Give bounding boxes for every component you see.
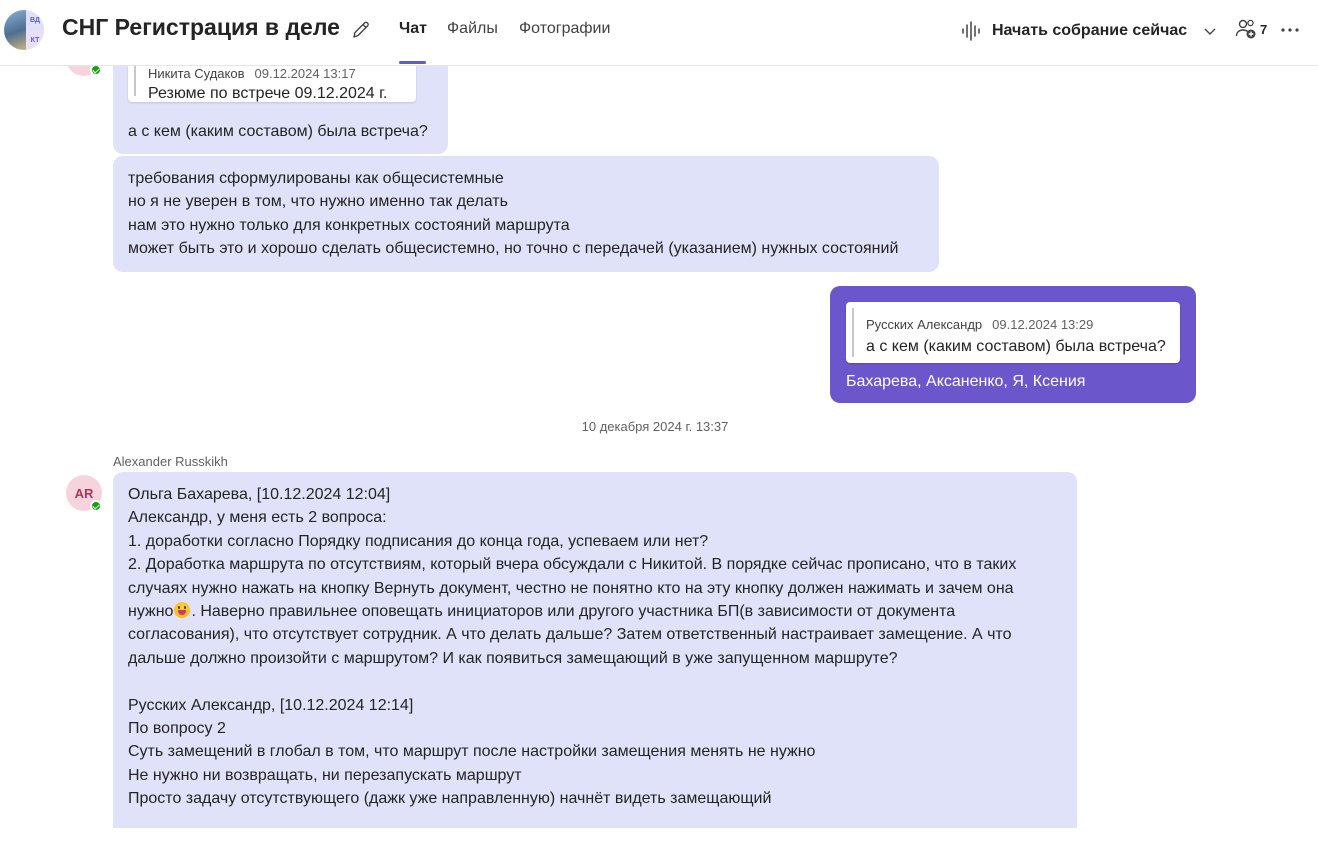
tongue-out-emoji-icon <box>174 602 191 619</box>
message-line: дальше должно произойти с маршрутом? И к… <box>128 649 898 667</box>
message-text: а с кем (каким составом) была встреча? <box>128 123 428 140</box>
my-message-bubble[interactable]: Русских Александр 09.12.2024 13:29 а с ке… <box>830 286 1196 403</box>
message-line: 2. Доработка маршрута по отсутствиям, ко… <box>128 556 1017 574</box>
edit-pencil-icon[interactable] <box>350 19 372 41</box>
message-line: Александр, у меня есть 2 вопроса: <box>128 509 387 527</box>
message-text-fragment: . Наверно правильнее оповещать инициатор… <box>191 603 956 621</box>
message-line: требования сформулированы как общесистем… <box>128 170 504 187</box>
tab-files[interactable]: Файлы <box>447 20 498 38</box>
message-line: случаях нужно нажать на кнопку Вернуть д… <box>128 579 1014 597</box>
sender-name[interactable]: Alexander Russkikh <box>113 454 228 469</box>
message-line: Русских Александр, [10.12.2024 12:14] <box>128 696 414 714</box>
tab-chat[interactable]: Чат <box>399 20 427 38</box>
member-photo <box>4 10 26 50</box>
message-text-fragment: нужно <box>128 603 174 621</box>
message-line: согласования), что отсутствует сотрудник… <box>128 626 1012 644</box>
message-line: нам это нужно только для конкретных сост… <box>128 216 570 234</box>
group-avatar[interactable]: ВД КТ <box>4 10 44 50</box>
audio-wave-icon <box>962 21 980 41</box>
message-line: Ольга Бахарева, [10.12.2024 12:04] <box>128 486 391 503</box>
quote-author: Никита Судаков <box>148 66 245 81</box>
quote-bar <box>852 308 854 357</box>
active-tab-indicator <box>399 61 426 64</box>
people-icon <box>1235 19 1256 39</box>
message-line: Не нужно ни возвращать, ни перезапускать… <box>128 766 522 784</box>
quote-author: Русских Александр <box>866 317 983 332</box>
participants-count: 7 <box>1260 21 1268 37</box>
quote-text: Резюме по встрече 09.12.2024 г. <box>148 85 388 102</box>
message-line: но я не уверен в том, что нужно именно т… <box>128 193 508 211</box>
member-initials-top: ВД <box>26 10 44 30</box>
quote-meta: Русских Александр 09.12.2024 13:29 <box>866 313 1093 336</box>
message-line: Просто задачу отсутствующего (дажк уже н… <box>128 790 772 808</box>
presence-available-icon <box>90 500 102 512</box>
member-initials-bottom: КТ <box>26 30 44 50</box>
message-bubble[interactable]: Ольга Бахарева, [10.12.2024 12:04] Алекс… <box>113 472 1077 828</box>
message-line: может быть это и хорошо сделать общесист… <box>128 240 899 258</box>
meet-now-button[interactable]: Начать собрание сейчас <box>960 16 1217 46</box>
more-options-icon[interactable] <box>1280 20 1300 40</box>
message-line: Суть замещений в глобал в том, что маршр… <box>128 743 816 761</box>
quote-time: 09.12.2024 13:29 <box>992 317 1094 332</box>
quote-text: а с кем (каким составом) была встреча? <box>866 338 1166 355</box>
chevron-down-icon[interactable] <box>1203 24 1217 38</box>
quoted-message[interactable]: Русских Александр 09.12.2024 13:29 а с ке… <box>846 302 1180 363</box>
message-line: По вопросу 2 <box>128 720 226 738</box>
meet-now-label: Начать собрание сейчас <box>992 22 1188 39</box>
message-line: 1. доработки согласно Порядку подписания… <box>128 532 709 550</box>
chat-title: СНГ Регистрация в деле <box>62 14 340 40</box>
participants-button[interactable]: 7 <box>1234 17 1267 41</box>
date-separator: 10 декабря 2024 г. 13:37 <box>581 419 729 434</box>
chat-header: ВД КТ СНГ Регистрация в деле Чат Файлы Ф… <box>0 0 1318 66</box>
quote-time: 09.12.2024 13:17 <box>254 66 356 81</box>
message-bubble[interactable]: требования сформулированы как общесистем… <box>113 156 939 272</box>
message-text: Бахарева, Аксаненко, Я, Ксения <box>846 373 1086 390</box>
tab-photos[interactable]: Фотографии <box>519 20 610 38</box>
message-line: нужно . Наверно правильнее оповещать иниц… <box>128 600 1062 623</box>
